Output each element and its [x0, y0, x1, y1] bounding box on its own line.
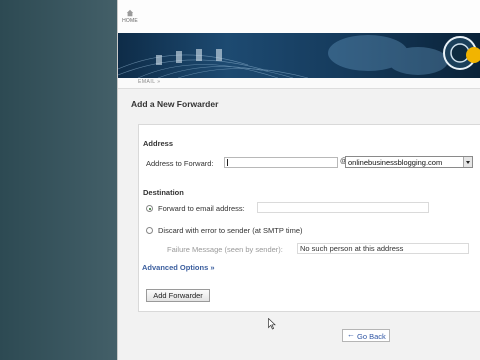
- forward-to-email-label: Forward to email address:: [158, 204, 245, 213]
- mouse-cursor-icon: [268, 318, 276, 330]
- forward-email-input[interactable]: [257, 202, 429, 213]
- radio-checked-icon[interactable]: [146, 205, 153, 212]
- domain-select-value: onlinebusinessblogging.com: [348, 158, 443, 167]
- address-section-label: Address: [143, 139, 174, 148]
- home-icon: [126, 9, 134, 17]
- page: HOME EMAIL » Add a New Forwarder Address…: [117, 0, 480, 360]
- home-label: HOME: [122, 18, 138, 24]
- domain-select[interactable]: onlinebusinessblogging.com: [345, 156, 473, 168]
- radio-unchecked-icon[interactable]: [146, 227, 153, 234]
- address-to-forward-label: Address to Forward:: [146, 159, 214, 168]
- text-cursor: [227, 159, 228, 166]
- breadcrumb-bar: EMAIL »: [118, 78, 480, 89]
- discard-option-label: Discard with error to sender (at SMTP ti…: [158, 226, 303, 235]
- banner-graphic: [118, 35, 480, 78]
- add-forwarder-button[interactable]: Add Forwarder: [146, 289, 210, 302]
- home-button[interactable]: HOME: [122, 9, 138, 29]
- chevron-down-icon[interactable]: [463, 157, 472, 167]
- address-to-forward-input[interactable]: [224, 157, 338, 168]
- page-title: Add a New Forwarder: [131, 99, 219, 109]
- go-back-label: Go Back: [357, 332, 386, 341]
- breadcrumb[interactable]: EMAIL »: [138, 79, 161, 85]
- top-bar: HOME: [118, 0, 480, 33]
- failure-message-label: Failure Message (seen by sender):: [167, 245, 283, 254]
- go-back-button[interactable]: ← Go Back: [342, 329, 390, 342]
- destination-section-label: Destination: [143, 188, 184, 197]
- header-banner: [118, 33, 480, 78]
- back-arrow-icon: ←: [347, 330, 355, 339]
- forwarder-form: Address Address to Forward: @ onlinebusi…: [138, 124, 480, 330]
- failure-message-input[interactable]: No such person at this address: [297, 243, 469, 254]
- advanced-options-link[interactable]: Advanced Options »: [142, 263, 215, 272]
